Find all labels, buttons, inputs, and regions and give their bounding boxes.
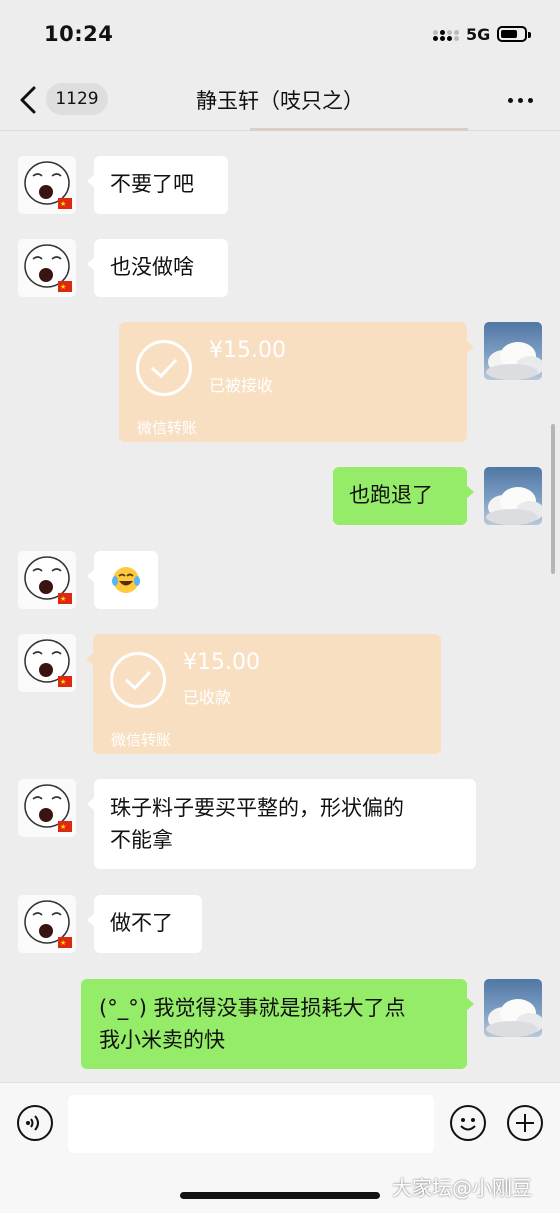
network-type: 5G — [466, 25, 491, 44]
checkmark-circle-icon — [136, 340, 192, 396]
transfer-label: 微信转账 — [137, 419, 198, 437]
cartoon-face-icon: ★ — [24, 161, 72, 209]
message-text-line: 珠子料子要买平整的，形状偏的 — [110, 796, 404, 820]
transfer-status: 已被接收 — [209, 376, 274, 395]
cloud-photo-icon — [486, 342, 542, 380]
message-bubble[interactable]: 做不了 — [87, 895, 202, 953]
contact-avatar[interactable]: ★ — [18, 779, 76, 837]
unread-count-badge[interactable]: 1129 — [46, 83, 108, 115]
battery-icon — [497, 26, 531, 42]
svg-text:★: ★ — [60, 595, 66, 603]
svg-text:★: ★ — [60, 823, 66, 831]
contact-avatar[interactable]: ★ — [18, 634, 76, 692]
self-avatar[interactable] — [484, 322, 542, 380]
contact-avatar[interactable]: ★ — [18, 156, 76, 214]
signal-icon — [433, 27, 459, 45]
message-input[interactable] — [68, 1095, 434, 1153]
transfer-card[interactable]: ¥15.00 已被接收 微信转账 — [119, 322, 474, 442]
scrollbar-track[interactable] — [551, 424, 555, 574]
more-actions-plus-icon[interactable] — [507, 1105, 543, 1141]
message-text: 不要了吧 — [110, 172, 194, 196]
transfer-card[interactable]: ¥15.00 已收款 微信转账 — [86, 634, 441, 754]
voice-input-icon[interactable] — [17, 1105, 53, 1141]
message-bubble[interactable] — [87, 551, 158, 609]
more-options-icon[interactable] — [500, 90, 540, 110]
contact-avatar[interactable]: ★ — [18, 551, 76, 609]
transfer-amount: ¥15.00 — [183, 650, 260, 675]
header-shadow — [250, 128, 468, 131]
cartoon-face-icon: ★ — [24, 244, 72, 292]
message-bubble[interactable]: 也跑退了 — [333, 467, 474, 525]
cartoon-face-icon: ★ — [24, 900, 72, 948]
tears-of-joy-emoji-icon — [112, 567, 140, 593]
home-indicator[interactable] — [180, 1192, 380, 1199]
cartoon-face-icon: ★ — [24, 784, 72, 832]
emoji-picker-icon[interactable] — [450, 1105, 486, 1141]
clock: 10:24 — [44, 22, 114, 46]
cloud-photo-icon — [486, 487, 542, 525]
chat-title: 静玉轩（吱只之） — [196, 89, 364, 113]
message-bubble[interactable]: 不要了吧 — [87, 156, 228, 214]
watermark: 大家坛@小刚豆 — [392, 1176, 532, 1200]
svg-text:★: ★ — [60, 678, 66, 686]
svg-text:★: ★ — [60, 939, 66, 947]
message-text-line: 我小米卖的快 — [99, 1028, 225, 1052]
transfer-status: 已收款 — [183, 688, 232, 707]
checkmark-circle-icon — [110, 652, 166, 708]
transfer-amount: ¥15.00 — [209, 338, 286, 363]
status-bar: 10:24 5G — [0, 0, 560, 70]
transfer-label: 微信转账 — [111, 731, 172, 749]
contact-avatar[interactable]: ★ — [18, 239, 76, 297]
svg-text:★: ★ — [60, 283, 66, 291]
self-avatar[interactable] — [484, 979, 542, 1037]
cloud-photo-icon — [486, 999, 542, 1037]
cartoon-face-icon: ★ — [24, 639, 72, 687]
message-bubble[interactable]: (°_°) 我觉得没事就是损耗大了点 我小米卖的快 — [81, 979, 474, 1069]
cartoon-face-icon: ★ — [24, 556, 72, 604]
message-text: 做不了 — [110, 911, 173, 935]
chat-header: 1129 静玉轩（吱只之） — [0, 70, 560, 131]
message-text-line: (°_°) 我觉得没事就是损耗大了点 — [99, 996, 406, 1020]
svg-text:★: ★ — [60, 200, 66, 208]
back-chevron-icon[interactable] — [14, 84, 44, 116]
contact-avatar[interactable]: ★ — [18, 895, 76, 953]
message-text-line: 不能拿 — [110, 828, 173, 852]
message-bubble[interactable]: 珠子料子要买平整的，形状偏的 不能拿 — [87, 779, 476, 869]
message-bubble[interactable]: 也没做啥 — [87, 239, 228, 297]
self-avatar[interactable] — [484, 467, 542, 525]
message-text: 也跑退了 — [349, 483, 433, 507]
message-text: 也没做啥 — [110, 255, 194, 279]
